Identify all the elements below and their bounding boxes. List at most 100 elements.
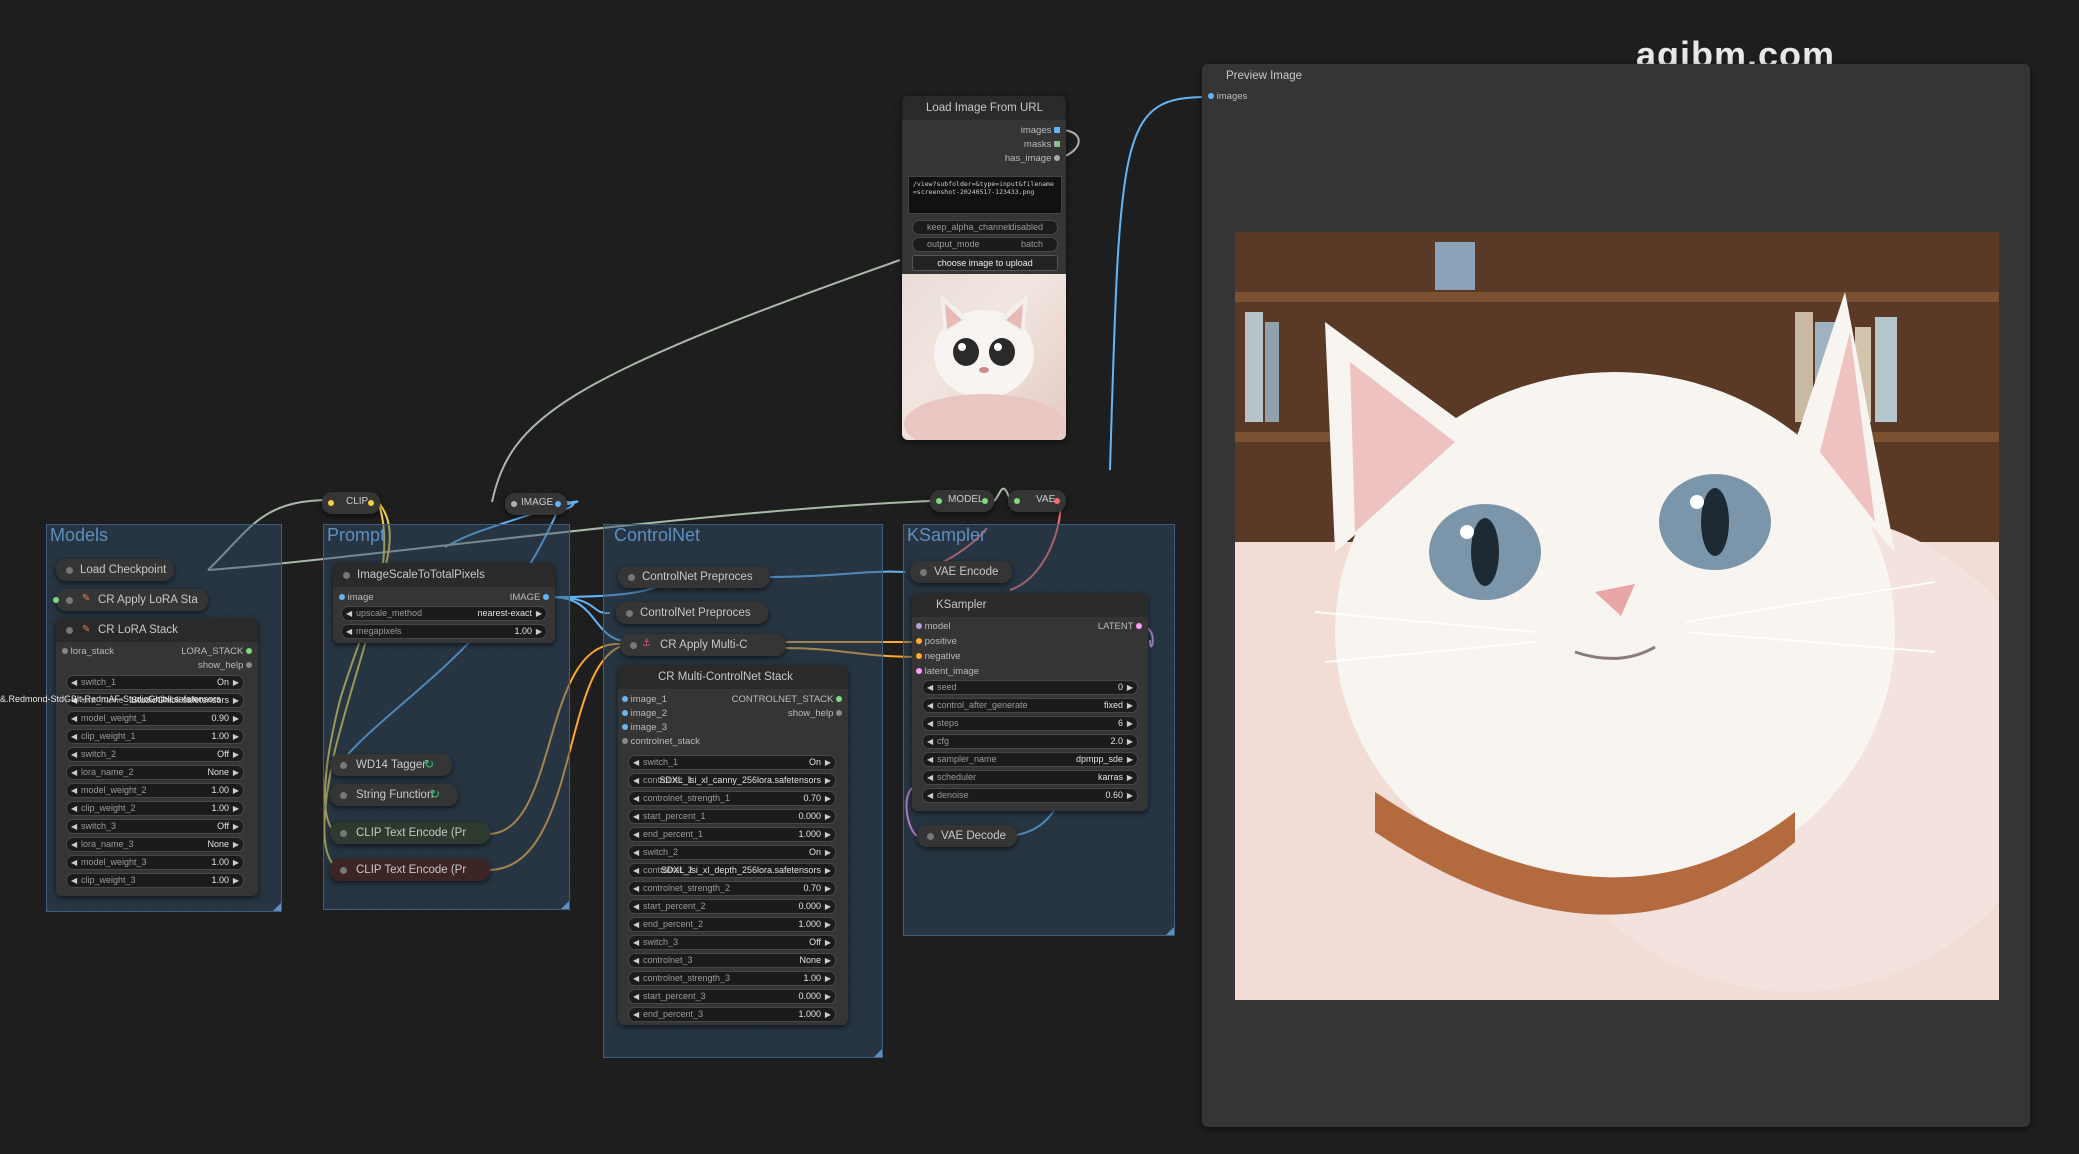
increment-arrow-icon[interactable]: ▶ [233, 766, 239, 779]
increment-arrow-icon[interactable]: ▶ [1127, 681, 1133, 694]
decrement-arrow-icon[interactable]: ◀ [633, 900, 639, 913]
node-vae-decode[interactable]: VAE Decode [917, 825, 1017, 847]
node-title[interactable]: ControlNet Preproces [618, 566, 770, 588]
widget-denoise[interactable]: ◀ denoise 0.60 ▶ [922, 788, 1138, 803]
widget-keep-alpha-channel[interactable]: keep_alpha_channel disabled [912, 220, 1058, 235]
input-image-2[interactable]: image_2 [622, 707, 667, 721]
widget-controlnet-strength-3[interactable]: ◀ controlnet_strength_3 1.00 ▶ [628, 971, 836, 986]
output-has-image[interactable]: has_image [1005, 152, 1060, 166]
widget-controlnet-1[interactable]: ◀ controlnet_1 SDXL_lsi_xl_canny_256lora.s… [628, 773, 836, 788]
widget-control-after-generate[interactable]: ◀ control_after_generate fixed ▶ [922, 698, 1138, 713]
increment-arrow-icon[interactable]: ▶ [233, 784, 239, 797]
output-masks[interactable]: masks [1024, 138, 1060, 152]
node-wd14-tagger[interactable]: WD14 Tagger ↻ [330, 754, 452, 776]
decrement-arrow-icon[interactable]: ◀ [927, 735, 933, 748]
widget-controlnet-2[interactable]: ◀ controlnet_2 SDXL_lsi_xl_depth_256lora.s… [628, 863, 836, 878]
widget-switch-1[interactable]: ◀ switch_1 On ▶ [628, 755, 836, 770]
resize-grip[interactable] [1166, 927, 1174, 935]
choose-image-button[interactable]: choose image to upload [912, 255, 1058, 271]
widget-upscale-method[interactable]: ◀ upscale_method nearest-exact ▶ [341, 606, 547, 621]
decrement-arrow-icon[interactable]: ◀ [633, 954, 639, 967]
decrement-arrow-icon[interactable]: ◀ [346, 607, 352, 620]
output-show-help[interactable]: show_help [198, 659, 252, 673]
input-image[interactable]: image [339, 591, 374, 605]
reroute-vae[interactable]: VAE [1008, 490, 1066, 512]
increment-arrow-icon[interactable]: ▶ [233, 838, 239, 851]
increment-arrow-icon[interactable]: ▶ [1127, 753, 1133, 766]
node-vae-encode[interactable]: VAE Encode [910, 561, 1012, 583]
decrement-arrow-icon[interactable]: ◀ [71, 856, 77, 869]
decrement-arrow-icon[interactable]: ◀ [633, 756, 639, 769]
widget-switch-2[interactable]: ◀ switch_2 On ▶ [628, 845, 836, 860]
widget-scheduler[interactable]: ◀ scheduler karras ▶ [922, 770, 1138, 785]
widget-controlnet-strength-2[interactable]: ◀ controlnet_strength_2 0.70 ▶ [628, 881, 836, 896]
decrement-arrow-icon[interactable]: ◀ [71, 712, 77, 725]
increment-arrow-icon[interactable]: ▶ [233, 730, 239, 743]
node-ksampler[interactable]: KSampler model LATENT positive negative … [912, 593, 1148, 811]
widget-model-weight-1[interactable]: ◀ model_weight_1 0.90 ▶ [66, 711, 244, 726]
collapse-dot[interactable] [66, 627, 73, 634]
increment-arrow-icon[interactable]: ▶ [825, 774, 831, 787]
node-title[interactable]: VAE Decode [917, 825, 1017, 847]
widget-switch-1[interactable]: ◀ switch_1 On ▶ [66, 675, 244, 690]
decrement-arrow-icon[interactable]: ◀ [71, 820, 77, 833]
decrement-arrow-icon[interactable]: ◀ [71, 676, 77, 689]
decrement-arrow-icon[interactable]: ◀ [633, 846, 639, 859]
resize-grip[interactable] [874, 1049, 882, 1057]
widget-switch-3[interactable]: ◀ switch_3 Off ▶ [66, 819, 244, 834]
widget-clip-weight-3[interactable]: ◀ clip_weight_3 1.00 ▶ [66, 873, 244, 888]
widget-end-percent-2[interactable]: ◀ end_percent_2 1.000 ▶ [628, 917, 836, 932]
widget-start-percent-2[interactable]: ◀ start_percent_2 0.000 ▶ [628, 899, 836, 914]
increment-arrow-icon[interactable]: ▶ [825, 810, 831, 823]
node-title[interactable]: CR Multi-ControlNet Stack [618, 665, 848, 689]
node-title[interactable]: CLIP Text Encode (Pr [330, 822, 490, 844]
increment-arrow-icon[interactable]: ▶ [825, 828, 831, 841]
decrement-arrow-icon[interactable]: ◀ [633, 990, 639, 1003]
output-image[interactable]: IMAGE [510, 591, 549, 605]
widget-steps[interactable]: ◀ steps 6 ▶ [922, 716, 1138, 731]
decrement-arrow-icon[interactable]: ◀ [633, 864, 639, 877]
reroute-model[interactable]: MODEL [930, 490, 994, 512]
widget-clip-weight-1[interactable]: ◀ clip_weight_1 1.00 ▶ [66, 729, 244, 744]
model-out-dot[interactable] [982, 498, 988, 504]
decrement-arrow-icon[interactable]: ◀ [927, 753, 933, 766]
widget-output-mode[interactable]: output_mode batch [912, 237, 1058, 252]
increment-arrow-icon[interactable]: ▶ [233, 694, 239, 707]
decrement-arrow-icon[interactable]: ◀ [633, 1008, 639, 1021]
input-controlnet-stack[interactable]: controlnet_stack [622, 735, 700, 749]
widget-end-percent-3[interactable]: ◀ end_percent_3 1.000 ▶ [628, 1007, 836, 1022]
input-images[interactable]: images [1208, 90, 1247, 104]
vae-out-dot[interactable] [1054, 498, 1060, 504]
reroute-clip[interactable]: CLIP [322, 492, 380, 514]
increment-arrow-icon[interactable]: ▶ [536, 607, 542, 620]
input-image-3[interactable]: image_3 [622, 721, 667, 735]
increment-arrow-icon[interactable]: ▶ [536, 625, 542, 638]
output-lora-stack[interactable]: LORA_STACK [181, 645, 252, 659]
increment-arrow-icon[interactable]: ▶ [233, 820, 239, 833]
resize-grip[interactable] [561, 901, 569, 909]
increment-arrow-icon[interactable]: ▶ [825, 792, 831, 805]
node-string-function[interactable]: String Function ↻ [330, 784, 458, 806]
widget-model-weight-2[interactable]: ◀ model_weight_2 1.00 ▶ [66, 783, 244, 798]
node-image-scale-to-total-pixels[interactable]: ImageScaleToTotalPixels image IMAGE ◀ ups… [333, 563, 555, 643]
node-preview-image[interactable]: Preview Image images [1202, 64, 2030, 1127]
node-controlnet-preprocessor-2[interactable]: ControlNet Preproces [616, 602, 768, 624]
decrement-arrow-icon[interactable]: ◀ [927, 789, 933, 802]
increment-arrow-icon[interactable]: ▶ [825, 1008, 831, 1021]
widget-switch-2[interactable]: ◀ switch_2 Off ▶ [66, 747, 244, 762]
node-load-image-from-url[interactable]: Load Image From URL images masks has_ima… [902, 96, 1066, 440]
output-show-help[interactable]: show_help [788, 707, 842, 721]
decrement-arrow-icon[interactable]: ◀ [927, 681, 933, 694]
decrement-arrow-icon[interactable]: ◀ [71, 766, 77, 779]
increment-arrow-icon[interactable]: ▶ [825, 954, 831, 967]
decrement-arrow-icon[interactable]: ◀ [927, 771, 933, 784]
widget-controlnet-3[interactable]: ◀ controlnet_3 None ▶ [628, 953, 836, 968]
increment-arrow-icon[interactable]: ▶ [233, 874, 239, 887]
widget-start-percent-3[interactable]: ◀ start_percent_3 0.000 ▶ [628, 989, 836, 1004]
decrement-arrow-icon[interactable]: ◀ [71, 802, 77, 815]
output-latent[interactable]: LATENT [1098, 620, 1142, 634]
node-title[interactable]: Preview Image [1202, 64, 2030, 88]
node-cr-apply-lora-stack[interactable]: ✎ CR Apply LoRA Sta [53, 589, 208, 611]
node-clip-text-encode-positive[interactable]: CLIP Text Encode (Pr [330, 822, 490, 844]
clip-out-dot[interactable] [368, 500, 374, 506]
